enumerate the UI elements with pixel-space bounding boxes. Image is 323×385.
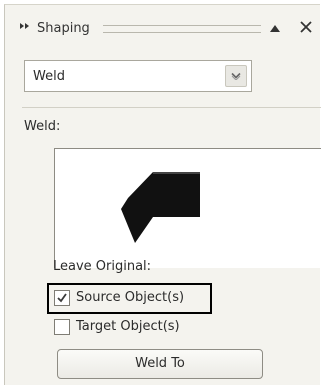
target-objects-checkbox[interactable]	[54, 319, 70, 335]
shaping-docker: Shaping Weld Weld: Leave Original: Sourc…	[4, 4, 321, 385]
target-objects-label: Target Object(s)	[76, 319, 180, 334]
section-label: Weld:	[24, 119, 61, 134]
dropdown-selected-value: Weld	[33, 69, 65, 84]
docker-titlebar[interactable]: Shaping	[5, 5, 321, 49]
leave-original-label: Leave Original:	[53, 259, 152, 274]
close-icon[interactable]	[299, 20, 313, 34]
dropdown-button[interactable]	[225, 65, 247, 87]
chevron-down-icon	[231, 72, 241, 80]
checkmark-icon	[57, 293, 67, 303]
weld-arrow-preview-icon	[121, 172, 200, 243]
shaping-mode-dropdown[interactable]: Weld	[24, 60, 252, 92]
double-right-arrow-icon[interactable]	[19, 20, 31, 32]
triangle-up-icon[interactable]	[269, 23, 281, 33]
source-objects-label: Source Object(s)	[76, 290, 185, 305]
source-objects-checkbox[interactable]	[54, 290, 70, 306]
title-grip[interactable]	[103, 25, 261, 33]
preview-area	[54, 148, 321, 268]
divider	[22, 107, 321, 108]
docker-title: Shaping	[37, 21, 90, 36]
weld-to-button[interactable]: Weld To	[57, 349, 263, 379]
